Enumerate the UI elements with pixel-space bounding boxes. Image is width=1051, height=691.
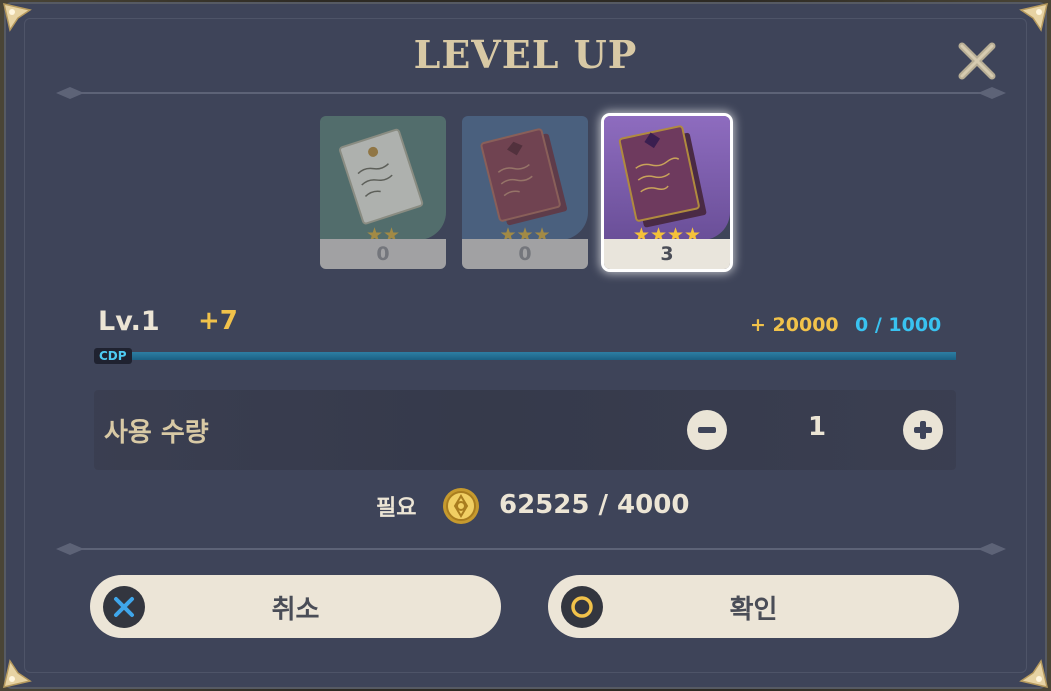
corner-ornament-icon [2, 2, 32, 32]
exp-gain: + 20000 [750, 314, 839, 336]
level-up-dialog: LEVEL UP ★★ 0 ★★★ 0 ★★★★ 3 Lv.1 +7 + 200… [2, 2, 1049, 689]
book-3star-icon [462, 116, 588, 240]
corner-ornament-icon [1019, 659, 1049, 689]
increase-button[interactable] [903, 410, 943, 450]
decrease-button[interactable] [687, 410, 727, 450]
material-card-2star[interactable]: ★★ 0 [320, 116, 446, 269]
quantity-value[interactable]: 1 [794, 412, 840, 442]
cancel-label: 취소 [271, 595, 320, 625]
exp-progress: 0 / 1000 [855, 314, 942, 336]
exp-bar-track [98, 352, 956, 360]
material-count: 3 [604, 239, 730, 269]
corner-ornament-icon [2, 659, 32, 689]
level-increase: +7 [198, 306, 238, 336]
dialog-title: LEVEL UP [413, 32, 638, 77]
bottom-divider [56, 543, 1006, 555]
cancel-button[interactable]: 취소 [90, 575, 501, 638]
close-x-icon[interactable] [954, 38, 1000, 84]
current-level: Lv.1 [98, 306, 160, 337]
quantity-row: 사용 수량 1 [94, 390, 956, 470]
confirm-label: 확인 [729, 595, 778, 625]
mora-coin-icon [443, 488, 479, 524]
cost-label: 필요 [376, 496, 417, 521]
material-count: 0 [320, 239, 446, 269]
plus-icon [914, 421, 932, 439]
cost-value: 62525 / 4000 [499, 490, 690, 520]
material-list: ★★ 0 ★★★ 0 ★★★★ 3 [6, 116, 1045, 271]
minus-icon [698, 427, 716, 433]
exp-bar-label: CDP [94, 348, 132, 364]
material-count: 0 [462, 239, 588, 269]
material-card-4star[interactable]: ★★★★ 3 [604, 116, 730, 269]
book-2star-icon [320, 116, 446, 240]
exp-bar [98, 352, 956, 360]
quantity-label: 사용 수량 [104, 418, 209, 448]
confirm-button[interactable]: 확인 [548, 575, 959, 638]
corner-ornament-icon [1019, 2, 1049, 32]
book-4star-icon [604, 116, 730, 240]
material-card-3star[interactable]: ★★★ 0 [462, 116, 588, 269]
top-divider [56, 87, 1006, 99]
